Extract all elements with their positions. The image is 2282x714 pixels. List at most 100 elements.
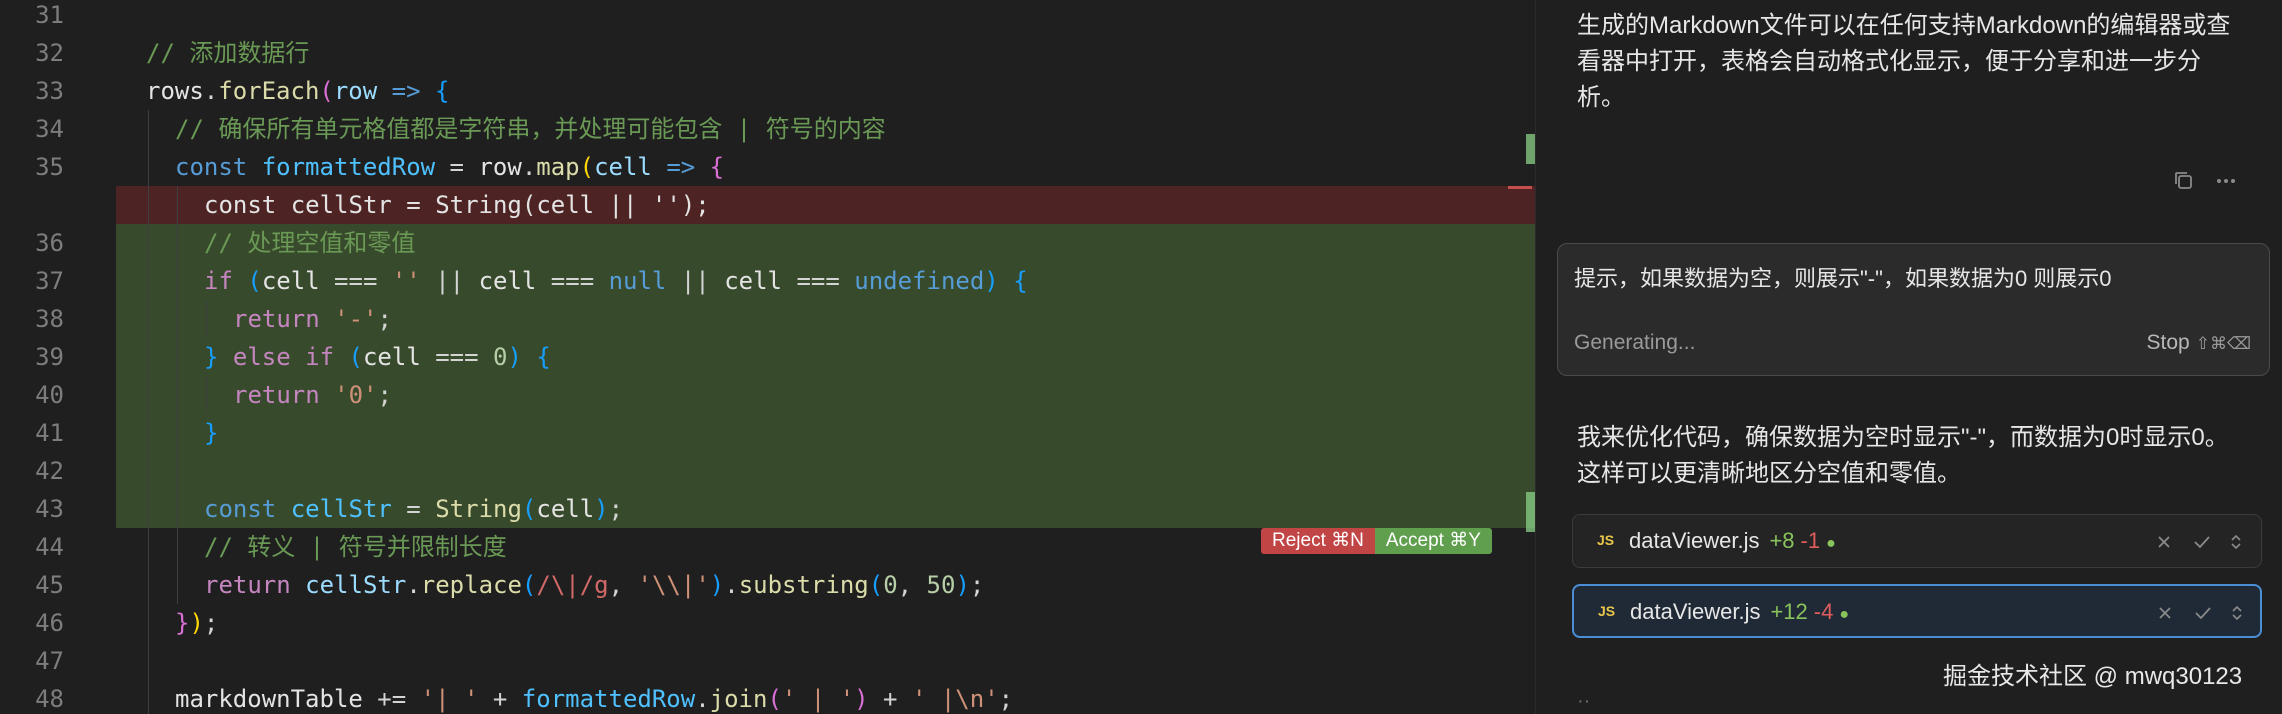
added-code-line[interactable]: 39} else if (cell === 0) { <box>0 338 1535 376</box>
code-token: } <box>204 343 219 371</box>
added-code-line[interactable]: 38 return '-'; <box>0 300 1535 338</box>
code-token: null <box>608 267 667 295</box>
code-token: { <box>435 77 450 105</box>
code-token: /\|/g <box>536 571 609 599</box>
code-line[interactable]: 35 const formattedRow = row.map(cell => { <box>0 148 1535 186</box>
line-gutter: 32 <box>0 34 116 72</box>
code-token: { <box>709 153 725 181</box>
accept-button[interactable]: Accept ⌘Y <box>1374 528 1492 554</box>
code-line[interactable]: 47 <box>0 642 1535 680</box>
code-token: ) <box>955 571 970 599</box>
line-gutter: 44 <box>0 528 116 566</box>
code-token: ) <box>854 685 869 713</box>
check-icon[interactable] <box>2191 531 2213 553</box>
status-dot-icon: ● <box>1826 535 1836 552</box>
chevron-updown-icon[interactable] <box>2225 531 2247 553</box>
code-line[interactable]: 48 markdownTable += '| ' + formattedRow.j… <box>0 680 1535 714</box>
code-token: return <box>204 571 291 599</box>
line-gutter: 41 <box>0 414 116 452</box>
chat-input-box[interactable]: 提示，如果数据为空，则展示"-"，如果数据为0 则展示0 Generating.… <box>1557 243 2270 376</box>
code-token: , <box>897 571 927 599</box>
code-text: }); <box>175 610 218 636</box>
indent-guide <box>177 414 178 452</box>
check-icon[interactable] <box>2192 602 2214 624</box>
indent-guide <box>148 566 149 604</box>
removed-code-line[interactable]: const cellStr = String(cell || ''); <box>0 186 1535 224</box>
added-code-line[interactable]: 41} <box>0 414 1535 452</box>
code-token: cell <box>261 267 320 295</box>
code-text: const cellStr = String(cell || ''); <box>204 192 710 218</box>
line-number: 33 <box>35 77 64 105</box>
stop-button[interactable]: Stop ⇧⌘⌫ <box>2147 329 2252 358</box>
added-code-line[interactable]: 43 const cellStr = String(cell); <box>0 490 1535 528</box>
indent-guide <box>148 300 149 338</box>
code-text: // 添加数据行 <box>146 40 309 66</box>
code-token: const <box>175 153 248 181</box>
code-token: ( <box>247 267 262 295</box>
indent-guide <box>177 490 178 528</box>
copy-icon[interactable] <box>2171 168 2197 194</box>
indent-guide <box>148 604 149 642</box>
code-token: join <box>709 685 768 713</box>
diff-actions: Reject ⌘N Accept ⌘Y <box>1261 528 1492 554</box>
line-number: 46 <box>35 609 64 637</box>
code-token: 50 <box>926 571 956 599</box>
code-line[interactable]: 31 <box>0 0 1535 34</box>
code-editor[interactable]: 31 32 // 添加数据行 33 rows.forEach(row => { 34// … <box>0 0 1535 714</box>
code-line[interactable]: 45 return cellStr.replace(/\|/g, '\\|').s… <box>0 566 1535 604</box>
chevron-updown-icon[interactable] <box>2226 602 2248 624</box>
code-token: String <box>435 495 522 523</box>
added-code-line[interactable]: 37 if (cell === '' || cell === null || ce… <box>0 262 1535 300</box>
more-icon[interactable] <box>2213 168 2239 194</box>
file-change-card-active[interactable]: JS dataViewer.js +12 -4 ● <box>1572 584 2262 638</box>
code-text: rows.forEach(row => { <box>146 78 449 104</box>
code-line[interactable]: 34 // 确保所有单元格值都是字符串，并处理可能包含 | 符号的内容 <box>0 110 1535 148</box>
file-name: dataViewer.js +12 -4 ● <box>1630 599 1850 624</box>
added-code-line[interactable]: 40 return '0'; <box>0 376 1535 414</box>
code-token: return <box>233 305 320 333</box>
code-token: === <box>536 267 609 295</box>
prompt-text[interactable]: 提示，如果数据为空，则展示"-"，如果数据为0 则展示0 <box>1574 264 2112 294</box>
indent-guide <box>148 376 149 414</box>
code-text: // 处理空值和零值 <box>204 230 415 256</box>
code-token: const <box>204 495 277 523</box>
indent-guide <box>177 338 178 376</box>
indent-guide <box>148 414 149 452</box>
code-token: ) <box>189 609 204 637</box>
close-icon[interactable] <box>2154 602 2176 624</box>
added-code-line[interactable]: 36 // 处理空值和零值 <box>0 224 1535 262</box>
indent-guide <box>148 338 149 376</box>
code-token: ( <box>348 343 363 371</box>
code-token: cell <box>536 495 595 523</box>
file-change-card[interactable]: JS dataViewer.js +8 -1 ● <box>1572 514 2262 568</box>
code-token: ( <box>521 571 537 599</box>
line-gutter: 36 <box>0 224 116 262</box>
code-token: cellStr <box>305 571 407 599</box>
indent-guide <box>148 642 149 680</box>
code-token: { <box>1013 267 1028 295</box>
code-token: ) <box>984 267 999 295</box>
line-gutter: 37 <box>0 262 116 300</box>
code-text: return '-'; <box>233 306 392 332</box>
code-token: || <box>420 267 479 295</box>
added-code-line[interactable]: 42 <box>0 452 1535 490</box>
indent-guide <box>177 300 178 338</box>
js-file-icon: JS <box>1598 603 1616 619</box>
line-gutter <box>0 186 116 224</box>
code-text: markdownTable += '| ' + formattedRow.joi… <box>175 686 1013 712</box>
line-gutter: 46 <box>0 604 116 642</box>
reject-button[interactable]: Reject ⌘N <box>1261 528 1375 554</box>
code-line[interactable]: 46}); <box>0 604 1535 642</box>
indent-guide <box>177 452 178 490</box>
code-line[interactable]: 32 // 添加数据行 <box>0 34 1535 72</box>
code-token: '| ' <box>420 685 479 713</box>
watermark: 掘金技术社区 @ mwq30123 <box>1943 663 2243 690</box>
chat-panel: 生成的Markdown文件可以在任何支持Markdown的编辑器或查看器中打开，… <box>1535 0 2282 714</box>
close-icon[interactable] <box>2153 531 2175 553</box>
code-token: replace <box>420 571 522 599</box>
additions-count: +12 <box>1770 599 1808 624</box>
code-line[interactable]: 33 rows.forEach(row => { <box>0 72 1535 110</box>
